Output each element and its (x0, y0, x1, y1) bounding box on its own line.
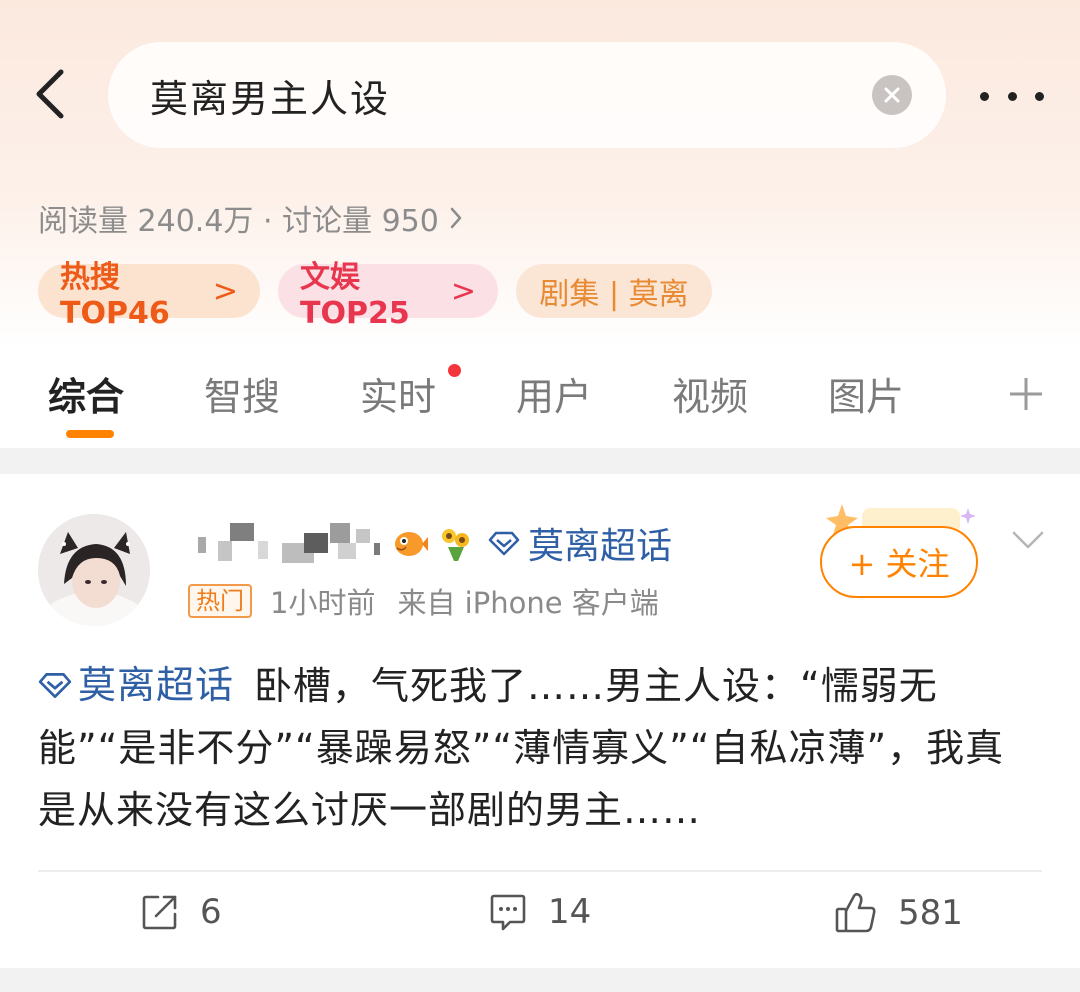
tab-realtime[interactable]: 实时 (360, 366, 436, 421)
like-count: 581 (898, 893, 963, 933)
search-header-area: 莫离男主人设 阅读量 240.4万 · 讨论量 950 热搜TOP46 > 文娱… (0, 0, 1080, 448)
close-icon (884, 87, 900, 103)
follow-button[interactable]: + 关注 (820, 526, 978, 598)
body-supertopic-link[interactable]: 莫离超话 (38, 654, 234, 716)
tab-video[interactable]: 视频 (672, 366, 748, 421)
avatar[interactable] (38, 514, 150, 626)
post-meta: 热门 1小时前 来自 iPhone 客户端 (188, 580, 659, 622)
realtime-new-dot (448, 364, 461, 377)
topic-chips: 热搜TOP46 > 文娱TOP25 > 剧集 | 莫离 (38, 260, 712, 331)
hot-search-label: 热搜TOP46 (60, 259, 170, 331)
search-tabs: 综合 智搜 实时 用户 视频 图片 (0, 356, 1080, 440)
diamond-icon (38, 673, 72, 699)
post-actions: 6 14 581 (0, 892, 1080, 952)
active-tab-indicator (66, 430, 114, 438)
supertopic-label: 莫离超话 (528, 526, 673, 567)
user-info-row: 莫离超话 (192, 517, 672, 569)
repost-button[interactable]: 6 (140, 892, 222, 932)
tab-comprehensive[interactable]: 综合 (48, 366, 124, 421)
entertainment-chip[interactable]: 文娱TOP25 > (278, 260, 498, 331)
search-query-text: 莫离男主人设 (150, 76, 391, 121)
avatar-image (38, 514, 150, 626)
comment-count: 14 (548, 892, 592, 932)
thumbs-up-icon (835, 892, 876, 933)
stats-text: 阅读量 240.4万 · 讨论量 950 (38, 204, 439, 239)
comment-button[interactable]: 14 (488, 892, 591, 932)
drama-label: 剧集 | 莫离 (539, 277, 689, 312)
supertopic-link[interactable]: 莫离超话 (488, 517, 672, 569)
more-icon-dot (1035, 91, 1044, 101)
tab-smart-search[interactable]: 智搜 (204, 366, 280, 421)
clear-search-button[interactable] (872, 75, 912, 115)
like-button[interactable]: 581 (834, 892, 963, 934)
chevron-down-icon[interactable] (1010, 528, 1046, 552)
follow-area: + 关注 (818, 500, 988, 600)
post-body: 莫离超话 卧槽，气死我了……男主人设：“懦弱无能”“是非不分”“暴躁易怒”“薄情… (38, 654, 1042, 841)
chip-arrow: > (212, 273, 238, 309)
repost-icon (142, 895, 177, 930)
entertainment-label: 文娱TOP25 (300, 259, 410, 331)
post-source: 来自 iPhone 客户端 (397, 586, 659, 620)
tab-users[interactable]: 用户 (516, 366, 592, 421)
more-icon (980, 91, 989, 101)
repost-count: 6 (200, 892, 222, 932)
add-tab-icon[interactable] (1006, 374, 1046, 414)
comment-icon (490, 894, 526, 931)
username-redacted[interactable] (192, 523, 382, 563)
sunflower-emoji-icon (442, 529, 469, 561)
chip-arrow: > (450, 273, 476, 309)
feed-gap (0, 968, 1080, 992)
hot-search-chip[interactable]: 热搜TOP46 > (38, 260, 260, 331)
search-input[interactable]: 莫离男主人设 (108, 42, 946, 148)
divider (38, 870, 1042, 872)
chevron-left-icon (36, 69, 64, 119)
back-button[interactable] (26, 64, 74, 124)
body-supertopic-label: 莫离超话 (78, 663, 235, 707)
tab-images[interactable]: 图片 (828, 366, 904, 421)
drama-chip[interactable]: 剧集 | 莫离 (516, 264, 712, 318)
chevron-right-icon (450, 207, 462, 229)
post-card: 莫离超话 热门 1小时前 来自 iPhone 客户端 + 关注 莫离超话 卧槽，… (0, 474, 1080, 968)
more-icon-dot (1007, 91, 1017, 101)
topic-stats[interactable]: 阅读量 240.4万 · 讨论量 950 (38, 196, 463, 240)
post-time: 1小时前 (270, 586, 376, 620)
hot-badge: 热门 (188, 584, 252, 618)
fish-emoji-icon (395, 532, 428, 556)
more-button[interactable] (980, 78, 1044, 114)
diamond-icon (488, 531, 520, 556)
